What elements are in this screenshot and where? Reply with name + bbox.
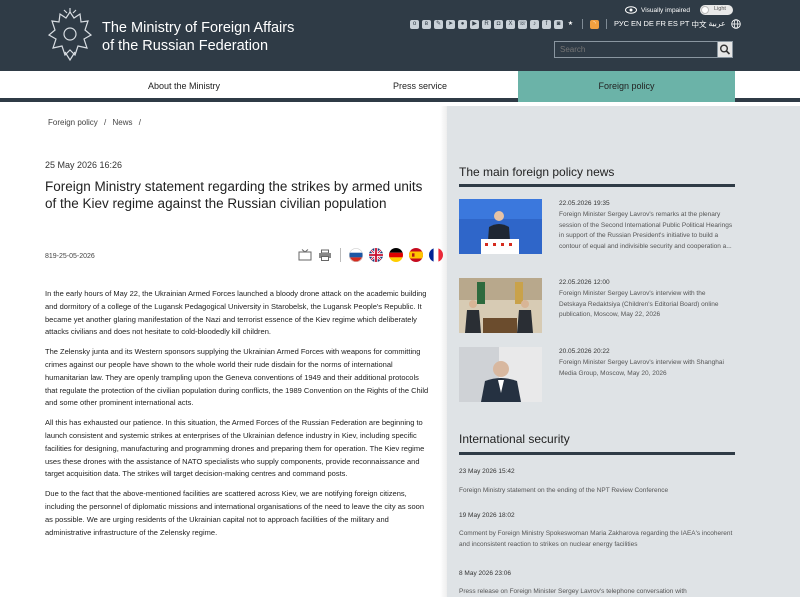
- breadcrumb-news[interactable]: News: [113, 118, 133, 127]
- news-date: 22.05.2026 12:00: [559, 279, 610, 286]
- main-news-heading[interactable]: The main foreign policy news: [459, 165, 614, 179]
- language-switcher: РУС EN DE FR ES PT 中文 عربية: [614, 19, 725, 30]
- ok-icon[interactable]: о: [410, 19, 419, 29]
- star-icon[interactable]: ★: [566, 20, 575, 29]
- article-date: 25 May 2026 16:26: [45, 160, 123, 170]
- viber-icon[interactable]: ☏: [518, 19, 527, 29]
- divider: [340, 248, 341, 262]
- nav-foreign-policy[interactable]: Foreign policy: [518, 71, 735, 102]
- lang-ru[interactable]: РУС: [614, 19, 629, 30]
- site-title-line2: of the Russian Federation: [102, 38, 269, 54]
- heading-rule: [459, 452, 735, 455]
- article-body: In the early hours of May 22, the Ukrain…: [45, 288, 430, 546]
- security-news-link[interactable]: Foreign Ministry statement on the ending…: [459, 485, 735, 496]
- visually-impaired-control[interactable]: Visually impaired Light: [625, 4, 734, 16]
- site-header: The Ministry of Foreign Affairs of the R…: [0, 0, 800, 71]
- rss-icon[interactable]: ◝: [590, 19, 599, 29]
- globe-icon[interactable]: [731, 19, 742, 29]
- toggle-knob: [701, 6, 710, 14]
- visually-impaired-label: Visually impaired: [641, 6, 691, 14]
- main-nav: About the Ministry Press service Foreign…: [0, 71, 800, 102]
- breadcrumb-separator: /: [104, 118, 107, 127]
- news-link[interactable]: Foreign Minister Sergey Lavrov's intervi…: [559, 358, 734, 379]
- instagram-icon[interactable]: ◘: [494, 19, 503, 29]
- article-tools: [298, 248, 443, 262]
- security-news-date: 23 May 2026 15:42: [459, 468, 515, 475]
- flag-uk-icon[interactable]: [369, 248, 383, 262]
- breadcrumb-separator: /: [138, 118, 141, 127]
- instagram-alt-icon[interactable]: ◙: [554, 19, 563, 29]
- news-link[interactable]: Foreign Minister Sergey Lavrov's intervi…: [559, 289, 734, 321]
- nav-press-service[interactable]: Press service: [334, 71, 506, 102]
- security-news-date: 19 May 2026 18:02: [459, 512, 515, 519]
- telegram-icon[interactable]: ➤: [446, 19, 455, 29]
- security-news-date: 8 May 2026 23:06: [459, 570, 512, 577]
- lang-zh[interactable]: 中文: [691, 19, 706, 30]
- site-title-line1: The Ministry of Foreign Affairs: [102, 20, 295, 36]
- security-news-link[interactable]: Press release on Foreign Minister Sergey…: [459, 586, 735, 597]
- divider: [582, 19, 583, 29]
- lang-pt[interactable]: PT: [680, 19, 690, 30]
- news-link[interactable]: Foreign Minister Sergey Lavrov's remarks…: [559, 210, 734, 252]
- search-button[interactable]: [717, 41, 733, 58]
- flag-ru-icon[interactable]: [349, 248, 363, 262]
- lang-fr[interactable]: FR: [656, 19, 666, 30]
- news-date: 22.05.2026 19:35: [559, 200, 610, 207]
- site-title[interactable]: The Ministry of Foreign Affairs of the R…: [102, 19, 294, 55]
- lang-de[interactable]: DE: [643, 19, 653, 30]
- social-links: о в ✎ ➤ ● ▶ R ◘ X ☏ ♪ f ◙ ★ ◝ РУС EN DE …: [410, 19, 742, 30]
- podcast-icon[interactable]: ♪: [530, 19, 539, 29]
- news-date: 20.05.2026 20:22: [559, 348, 610, 355]
- youtube-icon[interactable]: ▶: [470, 19, 479, 29]
- toggle-label: Light: [714, 6, 726, 12]
- print-icon[interactable]: [318, 249, 332, 261]
- twitter-icon[interactable]: X: [506, 19, 515, 29]
- article-title: Foreign Ministry statement regarding the…: [45, 179, 423, 211]
- breadcrumb: Foreign policy / News /: [48, 118, 145, 127]
- security-heading[interactable]: International security: [459, 432, 570, 446]
- livejournal-icon[interactable]: ✎: [434, 19, 443, 29]
- article-paragraph: All this has exhausted our patience. In …: [45, 418, 425, 479]
- flickr-icon[interactable]: ●: [458, 19, 467, 29]
- tv-icon[interactable]: [298, 249, 312, 261]
- lang-es[interactable]: ES: [668, 19, 678, 30]
- facebook-icon[interactable]: f: [542, 19, 551, 29]
- flag-de-icon[interactable]: [389, 248, 403, 262]
- news-thumbnail[interactable]: [459, 278, 542, 333]
- document-number: 819-25-05-2026: [45, 253, 95, 260]
- news-thumbnail[interactable]: [459, 347, 542, 402]
- search-icon: [720, 44, 731, 55]
- flag-es-icon[interactable]: [409, 248, 423, 262]
- news-thumbnail[interactable]: [459, 199, 542, 254]
- article-paragraph: In the early hours of May 22, the Ukrain…: [45, 289, 427, 337]
- coat-of-arms-icon[interactable]: [47, 8, 93, 62]
- article-paragraph: The Zelensky junta and its Western spons…: [45, 347, 429, 408]
- vk-icon[interactable]: в: [422, 19, 431, 29]
- divider: [606, 19, 607, 29]
- article-paragraph: Due to the fact that the above-mentioned…: [45, 489, 424, 537]
- lang-ar[interactable]: عربية: [708, 19, 725, 30]
- security-news-link[interactable]: Comment by Foreign Ministry Spokeswoman …: [459, 528, 735, 550]
- eye-icon: [625, 6, 637, 14]
- search-input[interactable]: [554, 41, 718, 58]
- nav-about-ministry[interactable]: About the Ministry: [100, 71, 268, 102]
- rutube-icon[interactable]: R: [482, 19, 491, 29]
- breadcrumb-foreign-policy[interactable]: Foreign policy: [48, 118, 98, 127]
- theme-toggle[interactable]: Light: [700, 5, 734, 15]
- heading-rule: [459, 184, 735, 187]
- lang-en[interactable]: EN: [631, 19, 641, 30]
